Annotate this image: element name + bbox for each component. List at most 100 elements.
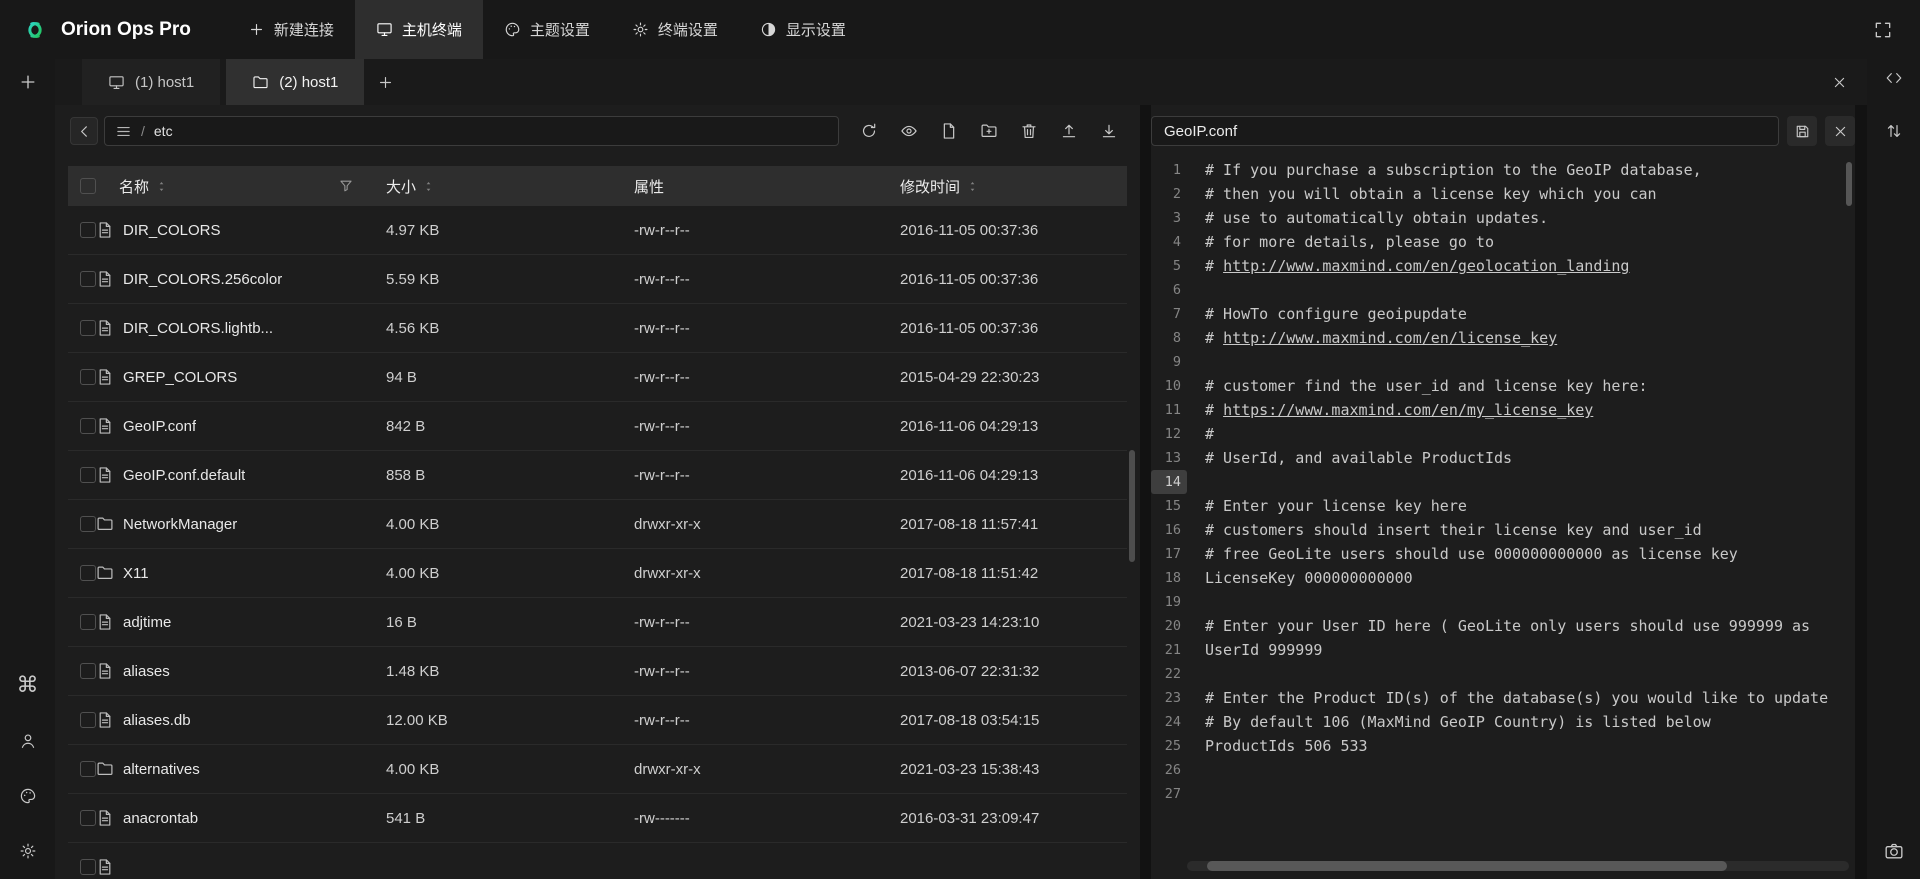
sort-icon[interactable] <box>966 180 979 193</box>
editor-link[interactable]: https://www.maxmind.com/en/my_license_ke… <box>1223 401 1593 419</box>
select-all-checkbox[interactable] <box>80 178 96 194</box>
screenshot-button[interactable] <box>1879 836 1909 866</box>
file-name: GeoIP.conf.default <box>123 467 245 484</box>
table-row[interactable]: DIR_COLORS.256color5.59 KB-rw-r--r--2016… <box>68 255 1127 304</box>
row-checkbox[interactable] <box>80 859 96 875</box>
line-content: # Enter the Product ID(s) of the databas… <box>1187 686 1855 710</box>
row-checkbox[interactable] <box>80 369 96 385</box>
table-row[interactable]: GeoIP.conf.default858 B-rw-r--r--2016-11… <box>68 451 1127 500</box>
breadcrumb[interactable]: / etc <box>104 116 839 146</box>
row-checkbox[interactable] <box>80 810 96 826</box>
row-checkbox[interactable] <box>80 565 96 581</box>
menu-item-label: 终端设置 <box>658 19 718 40</box>
table-row[interactable]: NetworkManager4.00 KBdrwxr-xr-x2017-08-1… <box>68 500 1127 549</box>
code-icon <box>1885 69 1903 87</box>
file-list-scrollbar[interactable] <box>1129 450 1135 562</box>
list-icon <box>115 123 132 140</box>
table-row[interactable]: aliases.db12.00 KB-rw-r--r--2017-08-18 0… <box>68 696 1127 745</box>
table-row[interactable] <box>68 843 1127 879</box>
new-tab-button[interactable] <box>364 59 406 105</box>
plus-icon <box>18 72 38 92</box>
toggle-editor-button[interactable] <box>1879 63 1909 93</box>
editor-lines[interactable]: 1# If you purchase a subscription to the… <box>1151 158 1855 806</box>
row-checkbox[interactable] <box>80 663 96 679</box>
table-row[interactable]: X114.00 KBdrwxr-xr-x2017-08-18 11:51:42 <box>68 549 1127 598</box>
row-checkbox[interactable] <box>80 320 96 336</box>
editor-vertical-scrollbar[interactable] <box>1846 162 1852 206</box>
menu-item-gear[interactable]: 终端设置 <box>611 0 739 59</box>
tabbar-close-button[interactable] <box>1823 66 1855 98</box>
table-row[interactable]: GeoIP.conf842 B-rw-r--r--2016-11-06 04:2… <box>68 402 1127 451</box>
editor-horizontal-scrollbar-thumb[interactable] <box>1207 861 1727 871</box>
file-name: GREP_COLORS <box>123 369 237 386</box>
header-size[interactable]: 大小 <box>380 176 628 197</box>
header-mtime[interactable]: 修改时间 <box>890 176 1127 197</box>
upload-button[interactable] <box>1054 116 1084 146</box>
table-row[interactable]: adjtime16 B-rw-r--r--2021-03-23 14:23:10 <box>68 598 1127 647</box>
fullscreen-button[interactable] <box>1866 13 1900 47</box>
line-number: 1 <box>1151 158 1187 182</box>
file-size-cell: 12.00 KB <box>380 712 628 729</box>
palette-icon <box>19 787 37 805</box>
editor-link[interactable]: http://www.maxmind.com/en/license_key <box>1223 329 1557 347</box>
tab-2[interactable]: (2) host1 <box>226 59 364 105</box>
table-row[interactable]: alternatives4.00 KBdrwxr-xr-x2021-03-23 … <box>68 745 1127 794</box>
row-checkbox[interactable] <box>80 516 96 532</box>
file-mtime-cell: 2016-11-05 00:37:36 <box>890 271 1127 288</box>
file-mtime-cell: 2021-03-23 15:38:43 <box>890 761 1127 778</box>
menu-item-contrast[interactable]: 显示设置 <box>739 0 867 59</box>
row-checkbox[interactable] <box>80 467 96 483</box>
line-content: # http://www.maxmind.com/en/geolocation_… <box>1187 254 1855 278</box>
sidebar-new-button[interactable] <box>13 67 43 97</box>
line-text: # UserId, and available ProductIds <box>1205 449 1512 467</box>
back-button[interactable] <box>70 117 98 145</box>
table-row[interactable]: DIR_COLORS4.97 KB-rw-r--r--2016-11-05 00… <box>68 206 1127 255</box>
refresh-icon <box>860 122 878 140</box>
swap-layout-button[interactable] <box>1879 116 1909 146</box>
row-checkbox[interactable] <box>80 271 96 287</box>
line-text: # By default 106 (MaxMind GeoIP Country)… <box>1205 713 1711 731</box>
contrast-icon <box>760 21 777 38</box>
header-name[interactable]: 名称 <box>96 176 380 197</box>
line-content <box>1187 278 1855 302</box>
file-icon <box>96 662 114 680</box>
menu-item-terminal[interactable]: 主机终端 <box>355 0 483 59</box>
sidebar-settings-button[interactable] <box>13 836 43 866</box>
sidebar-user-button[interactable] <box>13 726 43 756</box>
download-button[interactable] <box>1094 116 1124 146</box>
file-name: DIR_COLORS <box>123 222 221 239</box>
refresh-button[interactable] <box>854 116 884 146</box>
header-mtime-label: 修改时间 <box>900 176 960 197</box>
save-button[interactable] <box>1787 116 1817 146</box>
new-folder-button[interactable] <box>974 116 1004 146</box>
table-row[interactable]: anacrontab541 B-rw-------2016-03-31 23:0… <box>68 794 1127 843</box>
row-checkbox[interactable] <box>80 712 96 728</box>
sidebar-shortcuts-button[interactable]: ⌘ <box>13 671 43 701</box>
editor-filename-input[interactable]: GeoIP.conf <box>1151 116 1779 146</box>
tab-1[interactable]: (1) host1 <box>82 59 220 105</box>
line-number: 8 <box>1151 326 1187 350</box>
row-checkbox[interactable] <box>80 614 96 630</box>
row-checkbox[interactable] <box>80 761 96 777</box>
menu-item-plus[interactable]: 新建连接 <box>227 0 355 59</box>
menu-item-palette[interactable]: 主题设置 <box>483 0 611 59</box>
sort-icon[interactable] <box>422 180 435 193</box>
delete-button[interactable] <box>1014 116 1044 146</box>
table-row[interactable]: GREP_COLORS94 B-rw-r--r--2015-04-29 22:3… <box>68 353 1127 402</box>
row-checkbox[interactable] <box>80 418 96 434</box>
table-row[interactable]: aliases1.48 KB-rw-r--r--2013-06-07 22:31… <box>68 647 1127 696</box>
preview-button[interactable] <box>894 116 924 146</box>
sidebar-theme-button[interactable] <box>13 781 43 811</box>
editor-link[interactable]: http://www.maxmind.com/en/geolocation_la… <box>1223 257 1629 275</box>
row-checkbox[interactable] <box>80 222 96 238</box>
filter-icon[interactable] <box>338 178 354 194</box>
folder-icon <box>96 515 114 533</box>
file-size-cell: 94 B <box>380 369 628 386</box>
file-name: GeoIP.conf <box>123 418 196 435</box>
new-file-button[interactable] <box>934 116 964 146</box>
sort-icon[interactable] <box>155 180 168 193</box>
close-editor-button[interactable] <box>1825 116 1855 146</box>
line-number: 22 <box>1151 662 1187 686</box>
table-row[interactable]: DIR_COLORS.lightb...4.56 KB-rw-r--r--201… <box>68 304 1127 353</box>
editor-horizontal-scrollbar-track[interactable] <box>1187 861 1849 871</box>
